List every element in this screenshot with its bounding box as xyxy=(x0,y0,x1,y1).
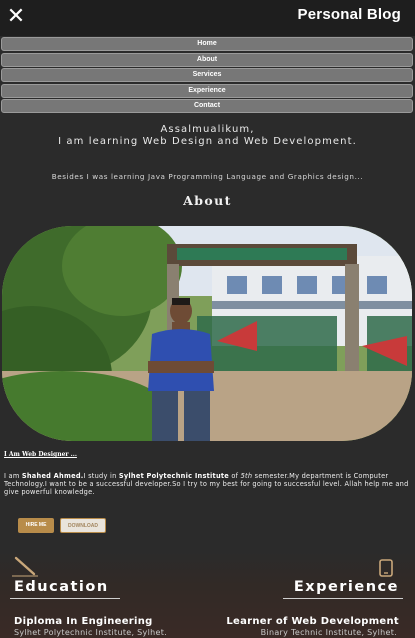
bio-text: I am Shahed Ahmed.I study in Sylhet Poly… xyxy=(4,472,412,497)
about-heading: About xyxy=(183,193,232,208)
close-icon[interactable]: ✕ xyxy=(4,4,28,30)
experience-item-sub: Binary Technic Institute, Sylhet. xyxy=(260,628,397,637)
education-item-title: Diploma In Engineering xyxy=(14,616,153,627)
bio-institute: Sylhet Polytechnic Institute xyxy=(118,472,230,480)
greeting-line-1: Assalmualikum, xyxy=(160,124,255,135)
menu-item-about[interactable]: About xyxy=(1,52,413,67)
bio-name: Shahed Ahmed. xyxy=(21,472,84,480)
besides-text: Besides I was learning Java Programming … xyxy=(51,172,364,181)
bio-prefix: I am xyxy=(4,472,22,480)
education-divider xyxy=(10,598,120,599)
experience-heading: Experience xyxy=(293,579,399,595)
nav-menu: Home About Services Experience Contact xyxy=(1,37,413,115)
pencil-icon xyxy=(12,556,38,577)
education-heading: Education xyxy=(14,579,109,595)
photo-caption: I Am Web Designer ... xyxy=(4,451,77,458)
menu-item-services[interactable]: Services xyxy=(1,68,413,83)
education-item-sub: Sylhet Polytechnic Institute, Sylhet. xyxy=(14,628,167,637)
menu-item-home[interactable]: Home xyxy=(1,37,413,51)
download-button[interactable]: DOWNLOAD xyxy=(60,518,106,533)
hire-me-button[interactable]: HIRE ME xyxy=(18,518,54,533)
experience-divider xyxy=(283,598,403,599)
menu-item-experience[interactable]: Experience xyxy=(1,83,413,98)
top-bar: ✕ Personal Blog xyxy=(0,0,415,36)
menu-item-contact[interactable]: Contact xyxy=(1,99,413,114)
profile-photo xyxy=(2,226,412,441)
bio-mid-2: of xyxy=(229,472,241,480)
brand-title[interactable]: Personal Blog xyxy=(298,6,401,23)
bio-semester: 5th xyxy=(240,472,253,480)
experience-item-title: Learner of Web Development xyxy=(226,616,399,627)
phone-icon xyxy=(379,559,393,577)
greeting: Assalmualikum, I am learning Web Design … xyxy=(0,124,415,148)
bio-mid-1: I study in xyxy=(83,472,119,480)
greeting-line-2: I am learning Web Design and Web Develop… xyxy=(58,136,357,147)
